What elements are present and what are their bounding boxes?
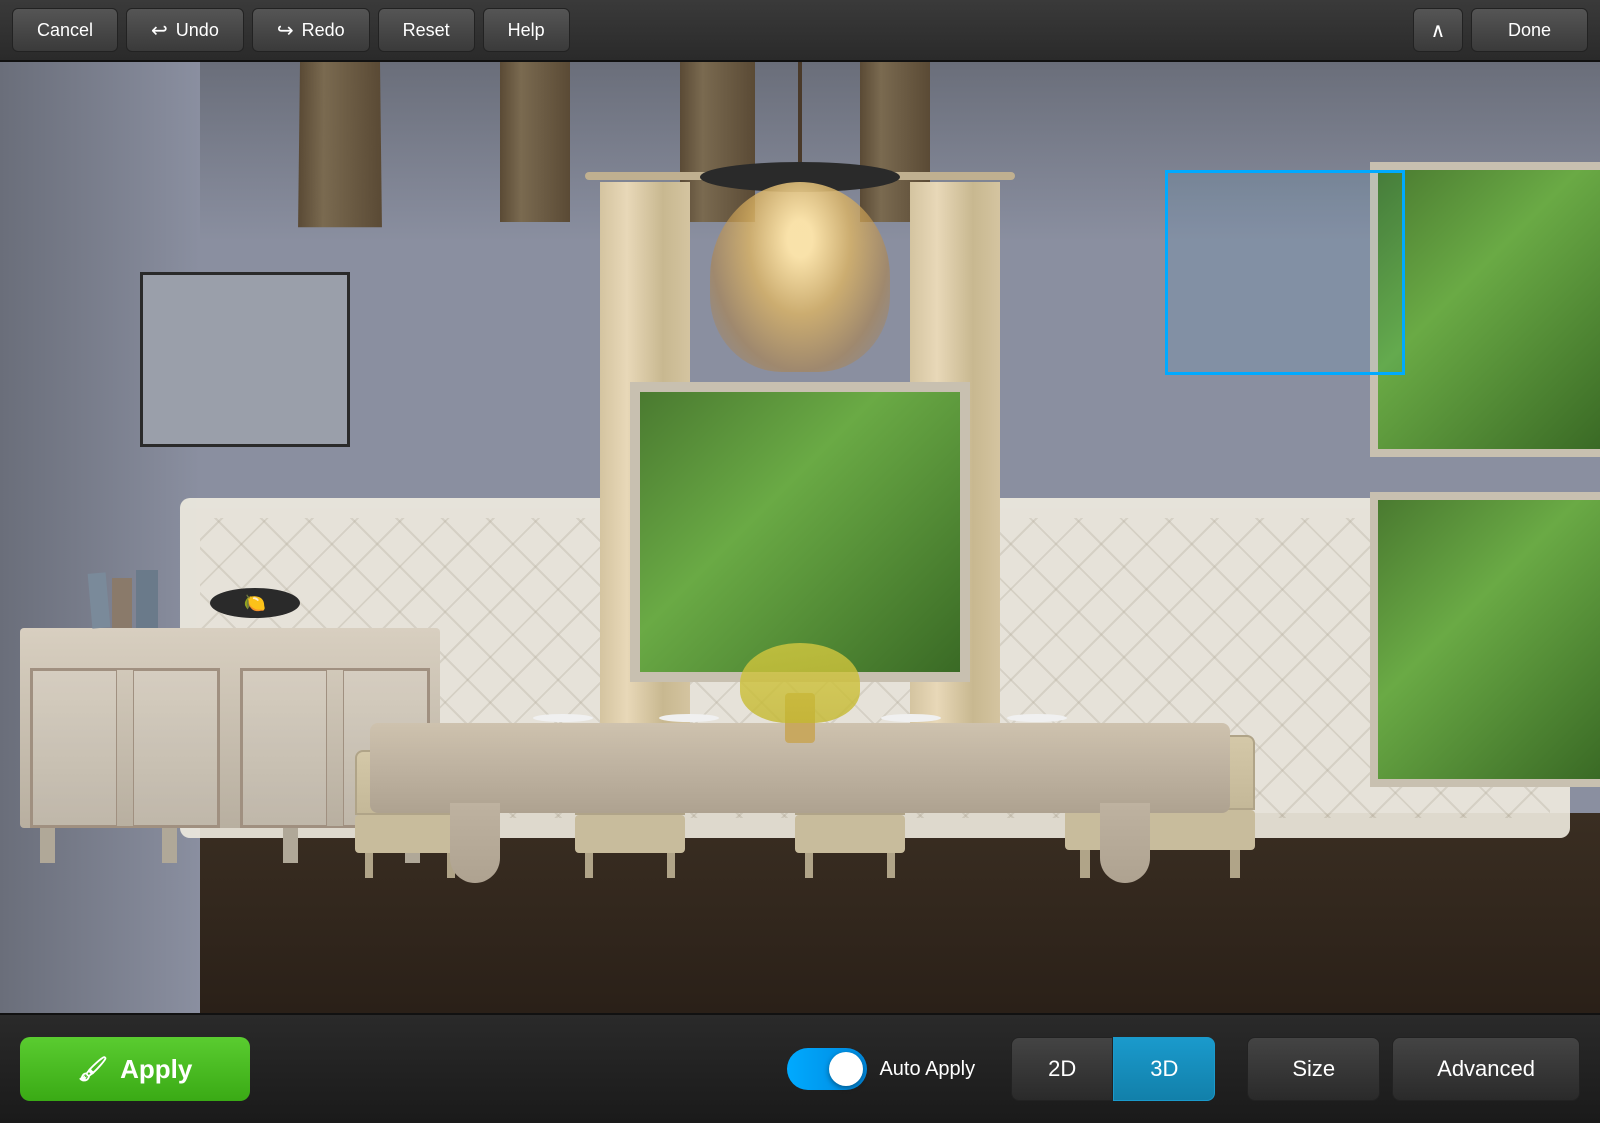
redo-icon: ↪ xyxy=(277,18,294,43)
apply-button[interactable]: 🖌 Apply xyxy=(20,1037,250,1101)
left-wall xyxy=(0,62,200,1013)
flower-vase xyxy=(740,643,860,723)
dining-table[interactable] xyxy=(370,723,1230,813)
fruit-bowl: 🍋 xyxy=(210,588,300,618)
ceiling-beam xyxy=(500,62,570,222)
bottom-right-buttons: Size Advanced xyxy=(1247,1037,1580,1101)
auto-apply-label: Auto Apply xyxy=(879,1058,975,1081)
reset-button[interactable]: Reset xyxy=(378,8,475,52)
ceiling-beam xyxy=(298,62,382,227)
auto-apply-toggle[interactable] xyxy=(787,1048,867,1090)
table-leg-left xyxy=(450,803,500,883)
sideboard-leg xyxy=(40,828,55,863)
window-lower-right xyxy=(1370,492,1600,787)
chevron-up-icon: ∧ xyxy=(1431,18,1446,43)
view-mode-group: 2D 3D xyxy=(1011,1037,1215,1101)
cabinet-door xyxy=(242,670,327,826)
bottom-toolbar: 🖌 Apply Auto Apply 2D 3D Size Advanced xyxy=(0,1013,1600,1123)
sideboard-cabinet-left xyxy=(30,668,220,828)
window-upper-right xyxy=(1370,162,1600,457)
sideboard-leg xyxy=(162,828,177,863)
advanced-button[interactable]: Advanced xyxy=(1392,1037,1580,1101)
view-2d-button[interactable]: 2D xyxy=(1011,1037,1113,1101)
sideboard-leg xyxy=(283,828,298,863)
undo-icon: ↩ xyxy=(151,18,168,43)
room-background: 🍋 xyxy=(0,62,1600,1013)
center-window xyxy=(630,382,970,682)
cabinet-door xyxy=(32,670,117,826)
undo-button[interactable]: ↩ Undo xyxy=(126,8,244,52)
top-toolbar: Cancel ↩ Undo ↪ Redo Reset Help ∧ Done xyxy=(0,0,1600,62)
cabinet-door xyxy=(133,670,218,826)
picture-frame[interactable] xyxy=(140,272,350,447)
collapse-button[interactable]: ∧ xyxy=(1413,8,1463,52)
cancel-button[interactable]: Cancel xyxy=(12,8,118,52)
scene-viewport[interactable]: 🍋 xyxy=(0,62,1600,1013)
sideboard-books xyxy=(90,568,190,628)
view-3d-button[interactable]: 3D xyxy=(1113,1037,1215,1101)
auto-apply-toggle-group: Auto Apply xyxy=(787,1048,975,1090)
done-button[interactable]: Done xyxy=(1471,8,1588,52)
paint-brush-icon: 🖌 xyxy=(78,1055,108,1084)
help-button[interactable]: Help xyxy=(483,8,570,52)
table-leg-right xyxy=(1100,803,1150,883)
redo-button[interactable]: ↪ Redo xyxy=(252,8,370,52)
toggle-knob xyxy=(829,1052,863,1086)
chandelier xyxy=(680,162,920,382)
chandelier-crystals xyxy=(710,182,890,372)
size-button[interactable]: Size xyxy=(1247,1037,1380,1101)
